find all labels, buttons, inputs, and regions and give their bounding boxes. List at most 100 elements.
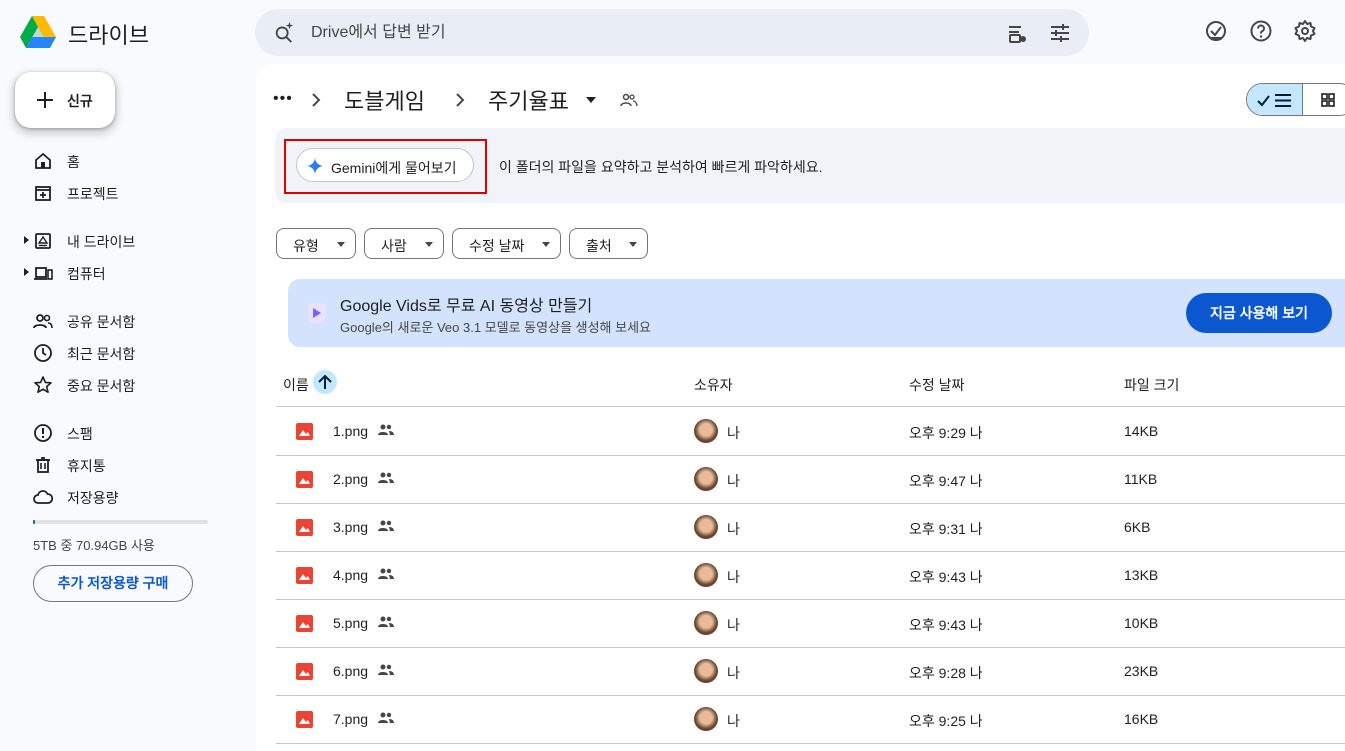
column-header-modified[interactable]: 수정 날짜 (909, 375, 964, 395)
modified-date: 오후 9:31 나 (909, 521, 983, 537)
app-title[interactable]: 드라이브 (68, 18, 149, 50)
owner-name: 나 (727, 473, 740, 489)
file-row[interactable]: 1.png 나 오후 9:29 나 14KB (276, 407, 1345, 455)
grid-view-button[interactable] (1303, 84, 1345, 115)
breadcrumb-more-button[interactable]: ••• (273, 90, 293, 108)
my-drive-icon (35, 233, 51, 249)
chevron-right-icon (312, 93, 321, 107)
image-file-icon (296, 663, 313, 680)
trash-icon (36, 457, 50, 473)
owner-name: 나 (727, 665, 740, 681)
sidebar-item-label: 최근 문서함 (67, 346, 136, 362)
sidebar-item-my-drive[interactable]: 내 드라이브 (0, 224, 240, 256)
filter-source-chip[interactable]: 출처 (569, 228, 648, 259)
vids-promo-banner: Google Vids로 무료 AI 동영상 만들기 Google의 새로운 V… (288, 279, 1345, 347)
clock-icon (34, 344, 52, 362)
shared-icon (33, 314, 53, 329)
sidebar-item-trash[interactable]: 휴지통 (0, 448, 240, 480)
file-name: 7.png (333, 711, 369, 727)
image-file-icon (296, 567, 313, 584)
file-name: 2.png (333, 471, 369, 487)
column-header-size[interactable]: 파일 크기 (1124, 375, 1179, 395)
dropdown-arrow-icon (425, 242, 433, 247)
divider (276, 743, 1345, 744)
star-icon (34, 376, 52, 394)
sidebar-item-recent[interactable]: 최근 문서함 (0, 336, 240, 368)
home-icon (35, 152, 51, 169)
gemini-description: 이 폴더의 파일을 요약하고 분석하여 빠르게 파악하세요. (499, 159, 823, 175)
column-header-owner[interactable]: 소유자 (694, 375, 733, 395)
file-row[interactable]: 7.png 나 오후 9:25 나 16KB (276, 695, 1345, 743)
folder-menu-dropdown-icon[interactable] (585, 96, 597, 104)
chip-label: 수정 날짜 (469, 238, 525, 254)
try-now-button[interactable]: 지금 사용해 보기 (1186, 293, 1332, 333)
settings-gear-icon[interactable] (1293, 19, 1317, 43)
expand-caret-icon[interactable] (24, 236, 30, 244)
plus-icon (37, 92, 53, 108)
breadcrumb-parent-folder[interactable]: 도블게임 (344, 84, 425, 116)
shared-people-icon (378, 712, 394, 723)
sidebar-item-projects[interactable]: 프로젝트 (0, 176, 240, 208)
file-name: 1.png (333, 423, 369, 439)
file-row[interactable]: 4.png 나 오후 9:43 나 13KB (276, 551, 1345, 599)
vids-app-icon (308, 303, 326, 323)
sidebar-item-spam[interactable]: 스팸 (0, 416, 240, 448)
sidebar-item-label: 내 드라이브 (67, 234, 136, 250)
filter-tune-icon[interactable] (1048, 21, 1072, 45)
sidebar-item-label: 휴지통 (67, 458, 106, 474)
file-row[interactable]: 6.png 나 오후 9:28 나 23KB (276, 647, 1345, 695)
arrow-up-icon (318, 374, 332, 389)
shared-folder-icon[interactable] (620, 93, 638, 107)
expand-caret-icon[interactable] (24, 268, 30, 276)
top-bar: 드라이브 (0, 0, 1345, 64)
image-file-icon (296, 615, 313, 632)
file-row[interactable]: 3.png 나 오후 9:31 나 6KB (276, 503, 1345, 551)
modified-date: 오후 9:43 나 (909, 569, 983, 585)
help-icon[interactable] (1249, 19, 1273, 43)
filter-type-chip[interactable]: 유형 (276, 228, 356, 259)
chip-label: 사람 (381, 238, 407, 254)
shared-people-icon (378, 472, 394, 483)
list-view-button[interactable] (1247, 84, 1303, 115)
sort-ascending-button[interactable] (313, 370, 337, 394)
file-size: 10KB (1124, 615, 1159, 631)
search-options-icon[interactable] (1005, 21, 1029, 45)
sidebar-item-storage[interactable]: 저장용량 (0, 480, 240, 512)
drive-logo-icon[interactable] (20, 15, 56, 49)
promo-title: Google Vids로 무료 AI 동영상 만들기 (340, 298, 593, 315)
grid-view-icon (1321, 93, 1335, 107)
owner-name: 나 (727, 521, 740, 537)
new-button[interactable]: 신규 (15, 72, 115, 128)
sidebar-item-computers[interactable]: 컴퓨터 (0, 256, 240, 288)
storage-usage-bar (33, 520, 208, 524)
sidebar-item-starred[interactable]: 중요 문서함 (0, 368, 240, 400)
sidebar-item-home[interactable]: 홈 (0, 144, 240, 176)
search-bar[interactable] (255, 9, 1089, 56)
breadcrumb-current-folder[interactable]: 주기율표 (488, 84, 569, 116)
image-file-icon (296, 519, 313, 536)
chevron-right-icon (456, 93, 465, 107)
buy-storage-button[interactable]: 추가 저장용량 구매 (33, 565, 193, 602)
modified-date: 오후 9:47 나 (909, 473, 983, 489)
file-size: 11KB (1124, 471, 1158, 487)
offline-ready-icon[interactable] (1204, 19, 1228, 43)
filter-modified-chip[interactable]: 수정 날짜 (452, 228, 561, 259)
file-size: 23KB (1124, 663, 1159, 679)
shared-people-icon (378, 520, 394, 531)
image-file-icon (296, 423, 313, 440)
file-row[interactable]: 5.png 나 오후 9:43 나 10KB (276, 599, 1345, 647)
dropdown-arrow-icon (337, 242, 345, 247)
sidebar-item-shared[interactable]: 공유 문서함 (0, 304, 240, 336)
modified-date: 오후 9:43 나 (909, 617, 983, 633)
file-row[interactable]: 2.png 나 오후 9:47 나 11KB (276, 455, 1345, 503)
column-header-name[interactable]: 이름 (283, 375, 309, 395)
image-file-icon (296, 471, 313, 488)
filter-people-chip[interactable]: 사람 (364, 228, 444, 259)
search-input[interactable] (311, 21, 911, 45)
projects-icon (35, 186, 51, 201)
shared-people-icon (378, 568, 394, 579)
list-view-icon (1257, 94, 1291, 107)
sidebar-item-label: 프로젝트 (67, 186, 119, 202)
chip-label: 출처 (586, 238, 612, 254)
sidebar-item-label: 공유 문서함 (67, 314, 136, 330)
